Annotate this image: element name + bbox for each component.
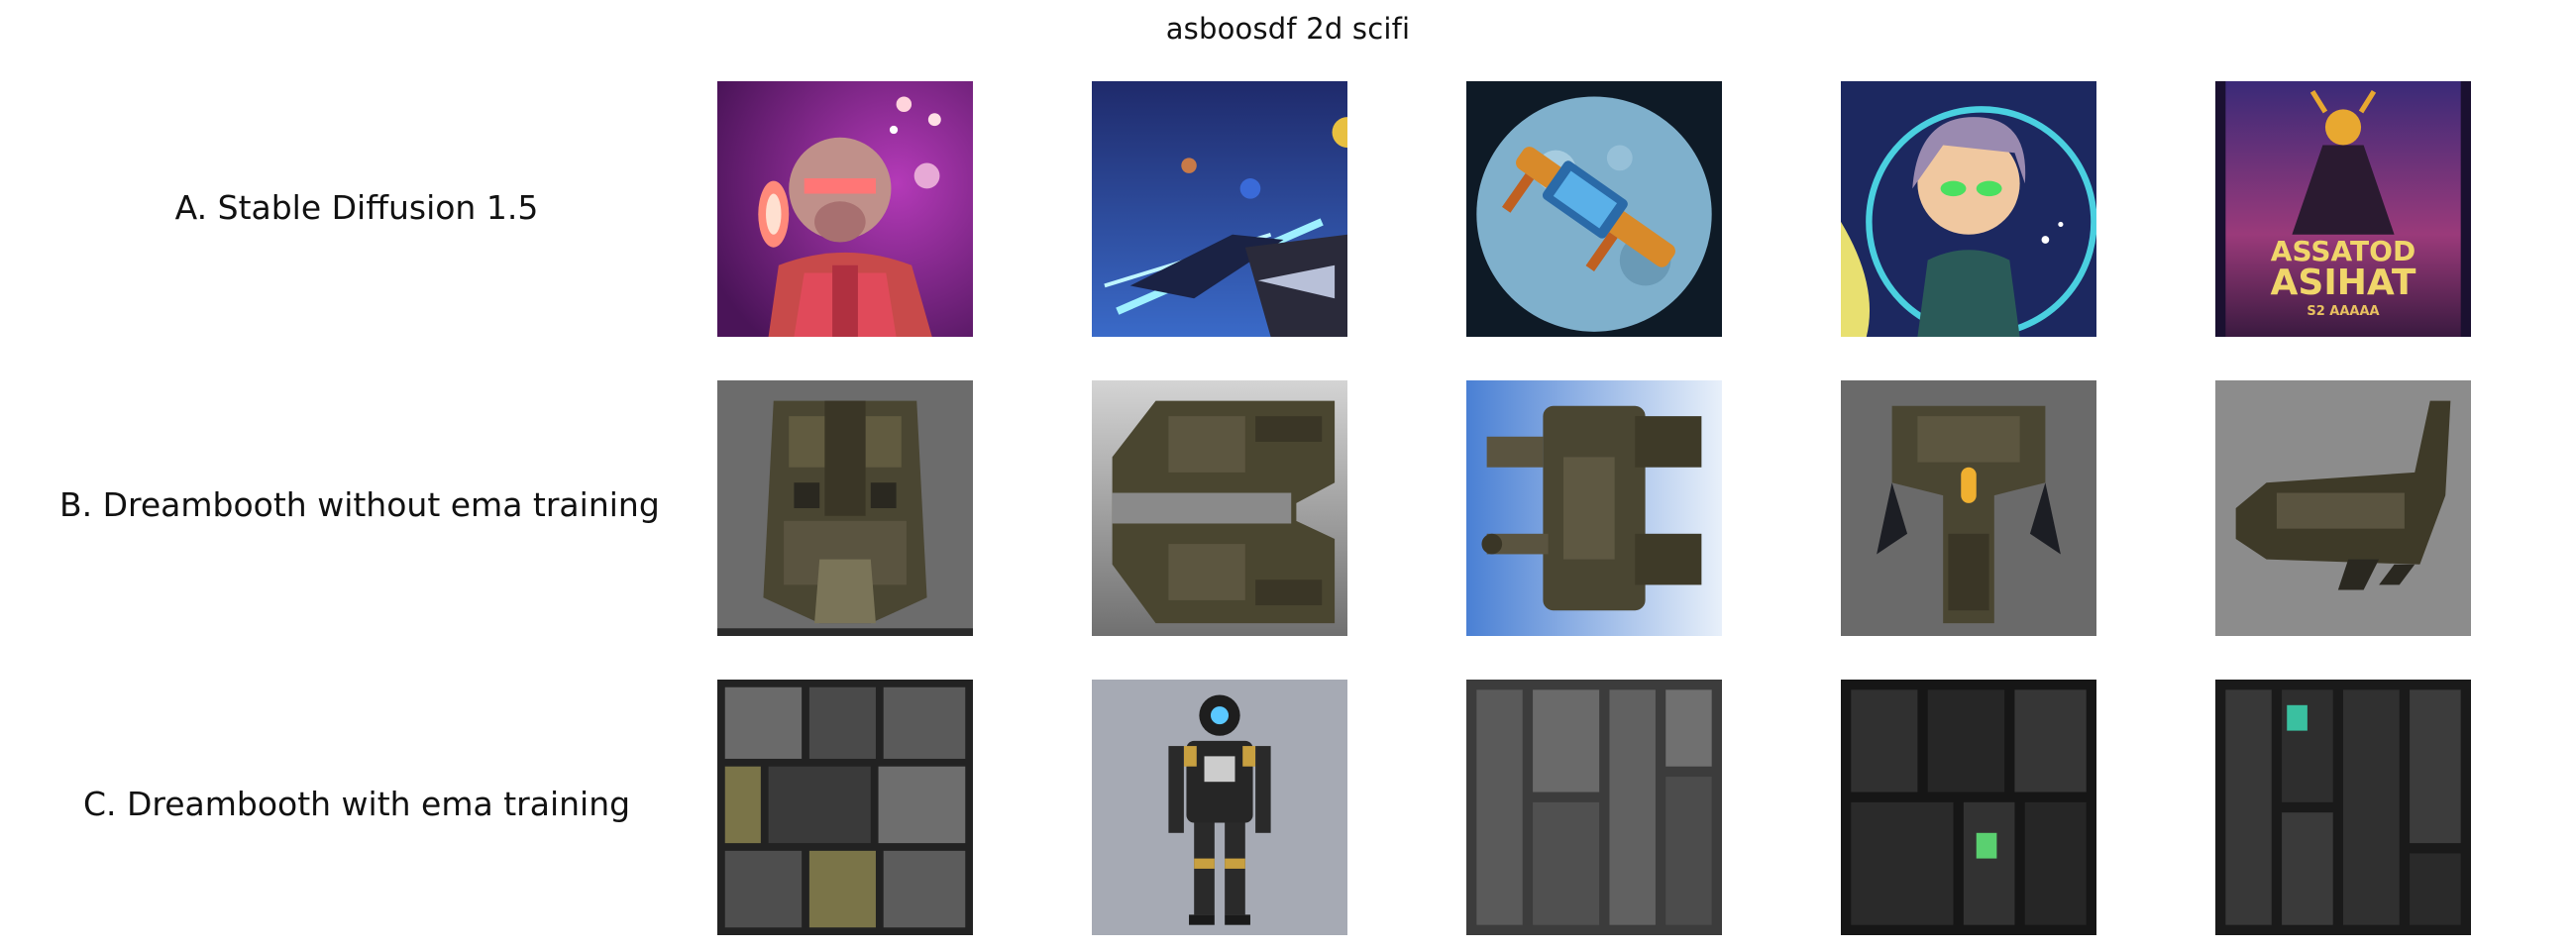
image-a2-spaceship-battle bbox=[1092, 81, 1347, 337]
image-a3-planet-with-weapon bbox=[1466, 81, 1722, 337]
image-b2-blocky-ship-sprite bbox=[1092, 380, 1347, 636]
image-b1-armored-pod-sprite bbox=[717, 380, 973, 636]
image-b5-shuttle-sprite bbox=[2215, 380, 2471, 636]
image-a4-anime-girl-portrait bbox=[1841, 81, 2096, 337]
row-label-b: B. Dreambooth without ema training bbox=[59, 485, 660, 524]
poster-line-2: ASIHAT bbox=[2270, 263, 2416, 303]
poster-line-1: ASSATOD bbox=[2270, 235, 2416, 267]
row-label-a: A. Stable Diffusion 1.5 bbox=[174, 188, 539, 227]
image-c3-panel-texture-gray bbox=[1466, 680, 1722, 935]
image-a1-astronaut-character bbox=[717, 81, 973, 337]
image-c2-robot-figure bbox=[1092, 680, 1347, 935]
image-a5-scifi-poster: ASSATOD ASIHAT S2 AAAAA bbox=[2215, 81, 2471, 337]
image-c1-panel-texture-yellow bbox=[717, 680, 973, 935]
image-c4-panel-texture-dark bbox=[1841, 680, 2096, 935]
poster-line-3: S2 AAAAA bbox=[2307, 304, 2380, 319]
page-title: asboosdf 2d scifi bbox=[1165, 12, 1411, 46]
poster-text: ASSATOD ASIHAT S2 AAAAA bbox=[2215, 235, 2471, 319]
row-label-c: C. Dreambooth with ema training bbox=[82, 785, 631, 823]
image-b3-turret-sprite bbox=[1466, 380, 1722, 636]
image-c5-panel-texture-green bbox=[2215, 680, 2471, 935]
image-b4-fighter-ship-sprite bbox=[1841, 380, 2096, 636]
